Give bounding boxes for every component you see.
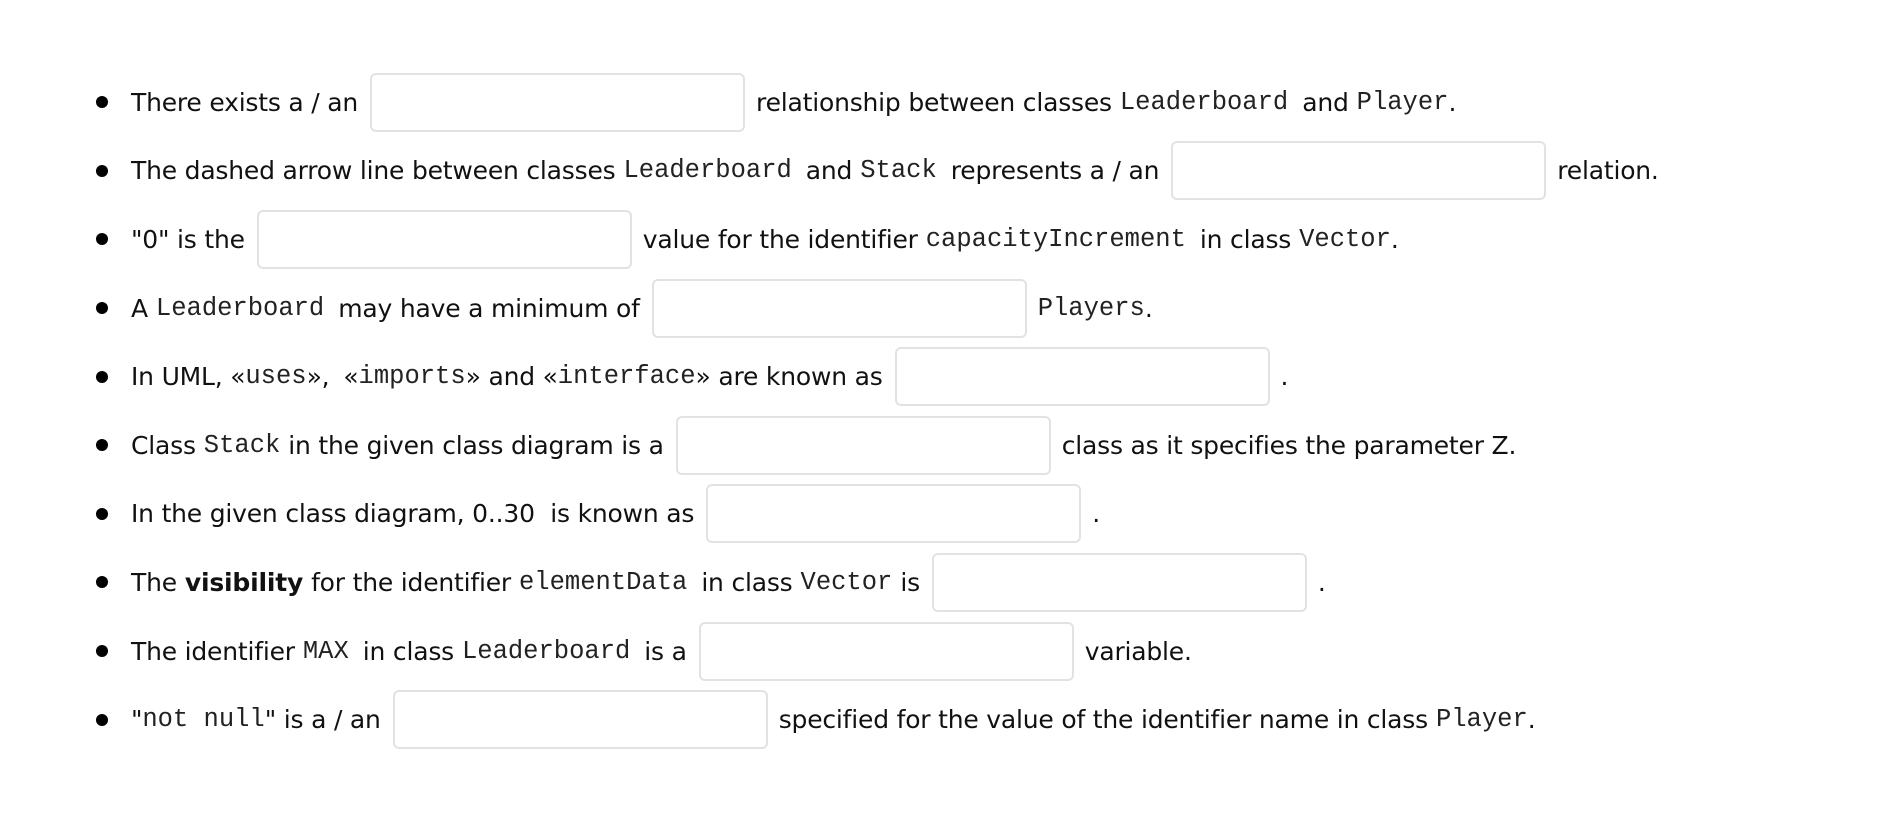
question-text: . [1527, 705, 1536, 735]
answer-input[interactable] [894, 347, 1270, 407]
question-text: value for the identifier [642, 224, 918, 254]
question-text: In the given class diagram, 0..30 is kno… [131, 499, 695, 529]
question-text: may have a minimum of [338, 293, 640, 323]
question-text: variable. [1084, 636, 1192, 666]
question-text: », [306, 362, 330, 392]
bullet-icon [96, 713, 108, 726]
answer-input[interactable] [698, 621, 1074, 681]
answer-input[interactable] [256, 209, 632, 269]
bullet-icon [96, 302, 108, 315]
question-text: "0" is the [131, 224, 245, 254]
bullet-icon [96, 645, 108, 658]
code-identifier: Leaderboard [623, 156, 792, 186]
answer-input[interactable] [370, 72, 746, 132]
question-text: relationship between classes [756, 87, 1112, 117]
stereotype-interface: interface [557, 362, 696, 392]
question-text: The dashed arrow line between classes [131, 156, 616, 186]
question-text: represents a / an [950, 156, 1160, 186]
question-item: The identifier MAX in class Leaderboard … [0, 617, 1659, 686]
question-item: In UML, « uses », « imports » and « inte… [0, 342, 1659, 411]
question-text: in class [362, 636, 454, 666]
question-item: A Leaderboard may have a minimum of Play… [0, 274, 1659, 343]
question-text: in class [1199, 224, 1292, 254]
bullet-icon [96, 233, 108, 246]
question-text: in the given class diagram is a [288, 430, 664, 460]
question-text: class as it specifies the parameter Z. [1061, 430, 1517, 460]
code-identifier: Vector [800, 567, 893, 597]
question-text: . [1448, 87, 1457, 117]
code-identifier: Vector [1299, 224, 1391, 254]
question-text: » and « [465, 362, 558, 392]
code-literal: not null [142, 705, 265, 735]
fill-in-the-blank-questions: There exists a / an relationship between… [0, 68, 1659, 754]
question-text-bold: visibility [184, 567, 304, 597]
answer-input[interactable] [675, 415, 1051, 475]
question-text: The [131, 567, 177, 597]
code-identifier: MAX [302, 636, 349, 666]
answer-input[interactable] [1171, 141, 1547, 201]
question-text: Class [131, 430, 196, 460]
question-text: specified for the value of the identifie… [778, 705, 1428, 735]
question-item: The visibility for the identifier elemen… [0, 548, 1659, 617]
code-identifier: capacityIncrement [925, 224, 1186, 254]
question-text: « [343, 362, 359, 392]
code-identifier: Stack [203, 430, 281, 460]
code-identifier: Leaderboard [1119, 87, 1289, 117]
question-text: relation. [1557, 156, 1659, 186]
code-identifier: Players [1037, 293, 1145, 323]
question-text: is a [644, 636, 687, 666]
answer-input[interactable] [706, 484, 1082, 544]
question-text: In UML, « [131, 362, 246, 392]
bullet-icon [96, 370, 108, 383]
question-item: Class Stack in the given class diagram i… [0, 411, 1659, 480]
question-text: is [900, 567, 920, 597]
bullet-icon [96, 164, 108, 177]
code-identifier: elementData [518, 567, 688, 597]
question-text: . [1144, 293, 1153, 323]
question-text: » are known as [695, 362, 883, 392]
question-text: . [1317, 567, 1326, 597]
question-text: . [1280, 362, 1289, 392]
bullet-icon [96, 576, 108, 589]
question-item: The dashed arrow line between classes Le… [0, 137, 1659, 206]
code-identifier: Stack [860, 156, 937, 186]
question-text: The identifier [131, 636, 295, 666]
code-identifier: Leaderboard [461, 636, 631, 666]
code-identifier: Leaderboard [155, 293, 325, 323]
question-item: In the given class diagram, 0..30 is kno… [0, 480, 1659, 549]
question-item: There exists a / an relationship between… [0, 68, 1659, 137]
answer-input[interactable] [651, 278, 1027, 338]
question-text: in class [701, 567, 793, 597]
code-identifier: Player [1435, 705, 1528, 735]
question-item: " not null " is a / an specified for the… [0, 685, 1659, 754]
question-item: "0" is the value for the identifier capa… [0, 205, 1659, 274]
bullet-icon [96, 439, 108, 452]
question-text: There exists a / an [131, 87, 359, 117]
stereotype-imports: imports [358, 362, 466, 392]
question-text: A [131, 293, 148, 323]
stereotype-uses: uses [245, 362, 307, 392]
question-text: " is a / an [264, 705, 381, 735]
question-text: " [131, 705, 143, 735]
code-identifier: Player [1356, 87, 1449, 117]
question-text: and [805, 156, 853, 186]
bullet-icon [96, 507, 108, 520]
answer-input[interactable] [392, 690, 768, 750]
question-text: . [1092, 499, 1100, 529]
bullet-icon [96, 96, 108, 109]
question-text: . [1390, 224, 1399, 254]
question-text: for the identifier [311, 567, 511, 597]
question-text: and [1302, 87, 1349, 117]
answer-input[interactable] [931, 552, 1307, 612]
